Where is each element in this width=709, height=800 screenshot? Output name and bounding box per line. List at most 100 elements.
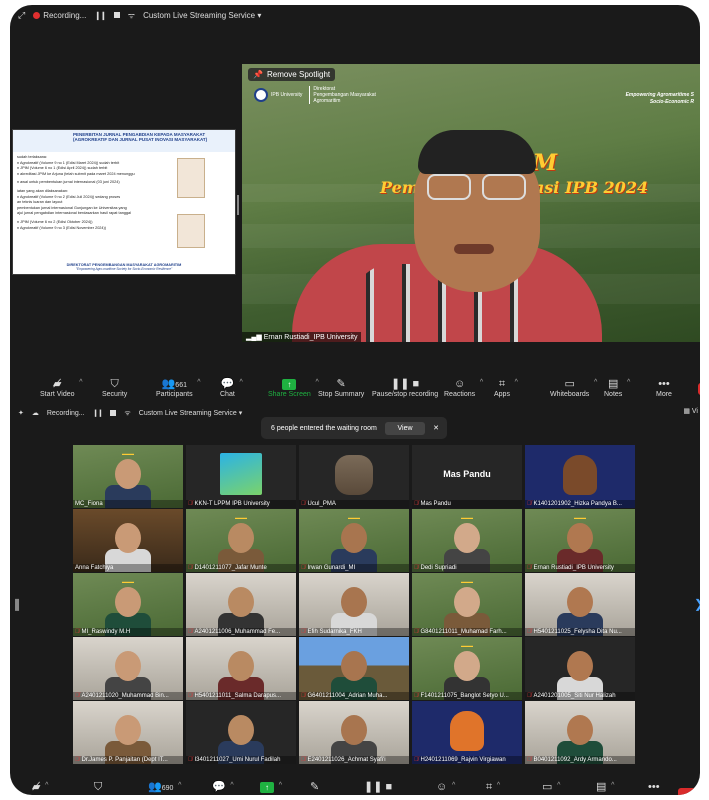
participant-tile[interactable]: 🎙̸ Ucul_PMA (299, 445, 409, 508)
participant-tile[interactable]: ▬▬▬ 🎙̸ MI_Raswindy M.H (73, 573, 183, 636)
mic-off-icon: 🎙̸ (414, 757, 419, 763)
start-video-button[interactable]: ▰̸ Start Video ^ (40, 377, 83, 398)
next-page-arrow-icon[interactable]: ❯ (694, 597, 700, 611)
participant-name-label: Anna Fatchiya (73, 564, 183, 572)
toast-view-button[interactable]: View (385, 421, 425, 435)
notes-button[interactable]: ▤ Notes ^ (604, 377, 630, 398)
reactions-icon: ☺ (453, 378, 466, 390)
participant-tile[interactable]: 🎙̸ E2401211026_Achmat Syafi'i (299, 701, 409, 764)
caret-up-icon[interactable]: ^ (178, 782, 181, 789)
participant-tile[interactable]: 🎙̸ I3401211027_Umi Nurul Fadilah (186, 701, 296, 764)
participant-tile[interactable]: 🎙̸ H5401211025_Felysha Dita Nu... (525, 573, 635, 636)
participants-button[interactable]: 👥690 ^ (148, 780, 181, 794)
recording-indicator: Recording... (33, 11, 86, 20)
caret-up-icon[interactable]: ^ (497, 782, 500, 789)
participant-name-label: 🎙̸ H5401211025_Felysha Dita Nu... (525, 628, 635, 636)
start-video-button[interactable]: ▰̸ ^ (32, 780, 48, 794)
participant-tile[interactable]: 🎙̸ K1401201902_Hizka Pandya B... (525, 445, 635, 508)
caret-up-icon[interactable]: ^ (594, 379, 597, 386)
chat-button[interactable]: 💬 Chat ^ (220, 377, 243, 398)
end-meeting-button[interactable] (698, 383, 700, 395)
whiteboards-button[interactable]: ▭ ^ (542, 780, 560, 794)
pause-recording-icon[interactable]: ❙❙ (94, 11, 106, 20)
caret-up-icon[interactable]: ^ (627, 379, 630, 386)
participant-name-label: 🎙̸ H5401211011_Salma Darapus... (186, 692, 296, 700)
mic-off-icon: 🎙̸ (188, 501, 193, 507)
mic-off-icon: 🎙̸ (188, 565, 193, 571)
remove-spotlight-button[interactable]: 📌 Remove Spotlight (248, 68, 336, 81)
security-button[interactable]: ⛉ Security (102, 377, 127, 398)
spotlight-video[interactable]: 📌 Remove Spotlight IPB University Direkt… (242, 64, 700, 342)
mic-off-icon: 🎙̸ (527, 693, 532, 699)
share-button[interactable]: ↑ ^ (260, 780, 282, 794)
participant-tile[interactable]: 🎙̸ H5401211011_Salma Darapus... (186, 637, 296, 700)
end-meeting-button[interactable] (678, 788, 696, 795)
participant-tile[interactable]: 🎙̸ B0401211092_Ardy Armando... (525, 701, 635, 764)
participant-tile[interactable]: 🎙̸ A2401211006_Muhammad Fe... (186, 573, 296, 636)
reactions-button[interactable]: ☺ ^ (436, 780, 455, 794)
caret-up-icon[interactable]: ^ (452, 782, 455, 789)
more-button[interactable]: ••• More (656, 377, 672, 398)
more-button[interactable]: ••• (648, 780, 660, 794)
caret-up-icon[interactable]: ^ (557, 782, 560, 789)
stop-recording-icon[interactable] (113, 12, 120, 18)
summary-button[interactable]: ✎ (310, 780, 319, 794)
security-button[interactable]: ⛉ (94, 780, 102, 794)
caret-up-icon[interactable]: ^ (230, 782, 233, 789)
record-button[interactable]: ❚❚ ■ (364, 780, 392, 794)
participant-tile[interactable]: Anna Fatchiya (73, 509, 183, 572)
shared-screen-thumbnail[interactable]: PENERBITAN JURNAL PENGABDIAN KEPADA MASY… (12, 129, 236, 275)
caret-up-icon[interactable]: ^ (197, 379, 200, 386)
participant-tile[interactable]: 🎙̸ G6401211004_Adrian Muha... (299, 637, 409, 700)
stop-recording-icon[interactable] (110, 410, 117, 416)
participant-tile[interactable]: 🎙̸ Efih Sudarnika_FKH (299, 573, 409, 636)
pin-icon[interactable]: ✦ (18, 409, 24, 417)
participant-tile[interactable]: ▬▬▬ 🎙̸ Irwan Gunardi_MI (299, 509, 409, 572)
participant-name-label: 🎙̸ D1401211077_Jafar Munte (186, 564, 296, 572)
caret-up-icon[interactable]: ^ (480, 379, 483, 386)
participant-tile[interactable]: 🎙̸ A2401201005_Siti Nur Halizah (525, 637, 635, 700)
participant-name-label: 🎙̸ G8401211011_Muhamad Farh... (412, 628, 522, 636)
stream-selector[interactable]: Custom Live Streaming Service ▾ (143, 11, 261, 20)
participant-tile[interactable]: ▬▬▬ 🎙̸ F1401211075_Banglot Setyo U... (412, 637, 522, 700)
apps-icon: ⌗ (498, 378, 506, 390)
participant-tile[interactable]: 🎙̸ Dr.James P. Panjaitan (Dept IT... (73, 701, 183, 764)
summary-button[interactable]: ✎ Stop Summary (318, 377, 364, 398)
participant-name-label: 🎙̸ Ucul_PMA (299, 500, 409, 508)
participant-name-label: 🎙̸ MI_Raswindy M.H (73, 628, 183, 636)
caret-up-icon[interactable]: ^ (45, 782, 48, 789)
participant-tile[interactable]: ▬▬▬ MC_Fiona (73, 445, 183, 508)
caret-up-icon[interactable]: ^ (515, 379, 518, 386)
caret-up-icon[interactable]: ^ (240, 379, 243, 386)
participant-tile[interactable]: 🎙̸ A2401211020_Muhammad Bin... (73, 637, 183, 700)
fullscreen-icon[interactable]: ⤢ (18, 10, 25, 21)
pause-recording-icon[interactable]: ❙❙ (93, 409, 104, 417)
view-button[interactable]: ▦ Vi (683, 407, 698, 415)
stream-selector[interactable]: Custom Live Streaming Service ▾ (139, 409, 243, 417)
whiteboards-button[interactable]: ▭ Whiteboards ^ (550, 377, 597, 398)
participant-name-label: 🎙̸ Mas Pandu (412, 500, 522, 508)
reactions-icon: ☺ (436, 781, 448, 793)
participant-tile[interactable]: ▬▬▬ 🎙̸ Dedi Supriadi (412, 509, 522, 572)
caret-up-icon[interactable]: ^ (79, 379, 82, 386)
participant-tile[interactable]: 🎙̸ KKN-T LPPM IPB University (186, 445, 296, 508)
prev-page-arrow-icon[interactable]: ❚ (12, 597, 22, 611)
banner-graphic: ▬▬▬ (235, 515, 247, 520)
close-icon[interactable]: ✕ (433, 424, 439, 432)
split-divider-handle[interactable] (237, 195, 239, 215)
participant-tile[interactable]: Mas Pandu 🎙̸ Mas Pandu (412, 445, 522, 508)
participant-tile[interactable]: 🎙̸ H2401211069_Rajvin Virgiawan (412, 701, 522, 764)
notes-button[interactable]: ▤ ^ (596, 780, 614, 794)
apps-button[interactable]: ⌗ Apps ^ (494, 377, 518, 398)
participant-tile[interactable]: ▬▬▬ 🎙̸ Ernan Rustiadi_IPB University (525, 509, 635, 572)
participant-tile[interactable]: ▬▬▬ 🎙̸ G8401211011_Muhamad Farh... (412, 573, 522, 636)
participants-button[interactable]: 👥661 Participants ^ (156, 377, 201, 398)
participant-tile[interactable]: ▬▬▬ 🎙̸ D1401211077_Jafar Munte (186, 509, 296, 572)
caret-up-icon[interactable]: ^ (279, 782, 282, 789)
record-button[interactable]: ❚❚ ■ Pause/stop recording (372, 377, 438, 398)
reactions-button[interactable]: ☺ Reactions ^ (444, 377, 483, 398)
chat-button[interactable]: 💬 ^ (212, 780, 234, 794)
caret-up-icon[interactable]: ^ (611, 782, 614, 789)
apps-button[interactable]: ⌗ ^ (486, 780, 500, 794)
share-button[interactable]: ↑ Share Screen ^ (268, 377, 319, 398)
